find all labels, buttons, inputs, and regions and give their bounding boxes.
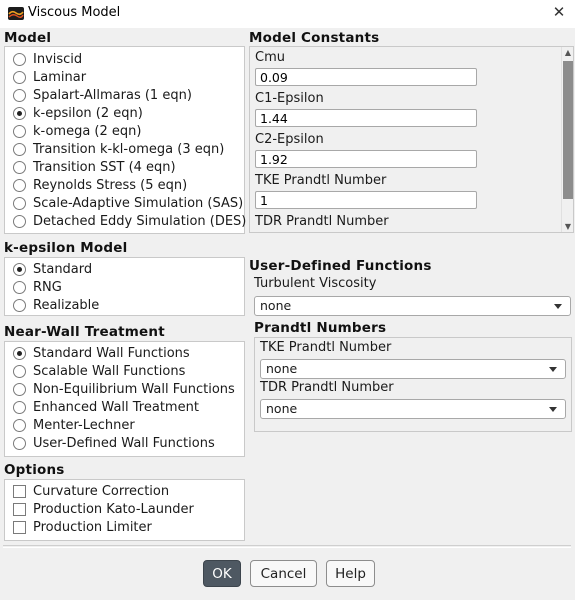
cmu-label: Cmu: [255, 50, 285, 65]
tdr-prandtl-field[interactable]: [255, 232, 477, 233]
udf-tke-prandtl-label: TKE Prandtl Number: [260, 340, 392, 355]
options-title: Options: [4, 462, 65, 478]
radio-icon[interactable]: [13, 88, 26, 102]
turbulent-viscosity-dropdown[interactable]: none: [254, 296, 571, 316]
near-wall-treatment-title: Near-Wall Treatment: [4, 324, 165, 340]
checkbox-icon[interactable]: [13, 502, 26, 516]
chevron-down-icon: [549, 407, 557, 412]
chevron-down-icon: [554, 304, 562, 309]
cmu-field[interactable]: [255, 68, 477, 86]
radio-icon[interactable]: [13, 70, 26, 84]
constants-scrollbar[interactable]: ▲ ▼: [561, 47, 573, 232]
options-panel: Curvature Correction Production Kato-Lau…: [4, 479, 245, 541]
model-constants-title: Model Constants: [249, 30, 380, 46]
radio-icon[interactable]: [13, 280, 26, 294]
udf-tdr-prandtl-label: TDR Prandtl Number: [260, 380, 394, 395]
radio-icon[interactable]: [13, 298, 26, 312]
radio-selected-icon[interactable]: [13, 262, 26, 276]
c1-epsilon-label: C1-Epsilon: [255, 91, 324, 106]
k-epsilon-option-rng[interactable]: RNG: [13, 278, 62, 296]
near-wall-option-enhanced[interactable]: Enhanced Wall Treatment: [13, 398, 199, 416]
option-production-limiter[interactable]: Production Limiter: [13, 518, 152, 536]
tke-prandtl-field[interactable]: [255, 191, 477, 209]
scroll-thumb[interactable]: [563, 61, 573, 199]
model-option-des[interactable]: Detached Eddy Simulation (DES): [13, 212, 246, 230]
model-option-spalart-allmaras[interactable]: Spalart-Allmaras (1 eqn): [13, 86, 192, 104]
radio-icon[interactable]: [13, 214, 26, 228]
near-wall-option-standard[interactable]: Standard Wall Functions: [13, 344, 190, 362]
radio-selected-icon[interactable]: [13, 106, 26, 120]
near-wall-option-scalable[interactable]: Scalable Wall Functions: [13, 362, 185, 380]
tdr-prandtl-label: TDR Prandtl Number: [255, 214, 389, 229]
near-wall-option-menter-lechner[interactable]: Menter-Lechner: [13, 416, 135, 434]
radio-icon[interactable]: [13, 364, 26, 378]
scroll-up-icon[interactable]: ▲: [562, 47, 573, 59]
separator-highlight: [3, 547, 571, 548]
checkbox-icon[interactable]: [13, 484, 26, 498]
checkbox-icon[interactable]: [13, 520, 26, 534]
udf-tdr-prandtl-dropdown[interactable]: none: [260, 399, 566, 419]
help-button[interactable]: Help: [326, 560, 375, 587]
c2-epsilon-label: C2-Epsilon: [255, 132, 324, 147]
model-section-title: Model: [4, 30, 52, 46]
model-option-inviscid[interactable]: Inviscid: [13, 50, 82, 68]
option-production-kato-launder[interactable]: Production Kato-Launder: [13, 500, 194, 518]
radio-icon[interactable]: [13, 142, 26, 156]
near-wall-treatment-panel: Standard Wall Functions Scalable Wall Fu…: [4, 341, 245, 457]
near-wall-option-non-equilibrium[interactable]: Non-Equilibrium Wall Functions: [13, 380, 235, 398]
model-option-reynolds-stress[interactable]: Reynolds Stress (5 eqn): [13, 176, 187, 194]
model-option-sas[interactable]: Scale-Adaptive Simulation (SAS): [13, 194, 243, 212]
k-epsilon-model-panel: Standard RNG Realizable: [4, 257, 245, 316]
prandtl-numbers-panel: TKE Prandtl Number none TDR Prandtl Numb…: [254, 337, 572, 432]
near-wall-option-user-defined[interactable]: User-Defined Wall Functions: [13, 434, 215, 452]
k-epsilon-option-standard[interactable]: Standard: [13, 260, 92, 278]
separator: [3, 545, 571, 546]
close-icon[interactable]: ✕: [549, 3, 569, 21]
tke-prandtl-label: TKE Prandtl Number: [255, 173, 387, 188]
cancel-button[interactable]: Cancel: [250, 560, 317, 587]
model-option-transition-sst[interactable]: Transition SST (4 eqn): [13, 158, 176, 176]
window-title: Viscous Model: [28, 5, 121, 20]
radio-icon[interactable]: [13, 382, 26, 396]
radio-icon[interactable]: [13, 52, 26, 66]
ok-button[interactable]: OK: [203, 560, 241, 587]
model-option-laminar[interactable]: Laminar: [13, 68, 86, 86]
option-curvature-correction[interactable]: Curvature Correction: [13, 482, 169, 500]
c1-epsilon-field[interactable]: [255, 109, 477, 127]
prandtl-numbers-title: Prandtl Numbers: [254, 320, 387, 336]
model-panel: Inviscid Laminar Spalart-Allmaras (1 eqn…: [4, 46, 246, 234]
radio-icon[interactable]: [13, 160, 26, 174]
app-icon: [8, 7, 24, 20]
radio-icon[interactable]: [13, 400, 26, 414]
radio-icon[interactable]: [13, 124, 26, 138]
radio-icon[interactable]: [13, 436, 26, 450]
title-bar: Viscous Model ✕: [0, 0, 575, 28]
k-epsilon-option-realizable[interactable]: Realizable: [13, 296, 99, 314]
chevron-down-icon: [549, 367, 557, 372]
radio-icon[interactable]: [13, 418, 26, 432]
model-option-transition-k-kl-omega[interactable]: Transition k-kl-omega (3 eqn): [13, 140, 224, 158]
radio-icon[interactable]: [13, 178, 26, 192]
model-option-k-epsilon[interactable]: k-epsilon (2 eqn): [13, 104, 143, 122]
turbulent-viscosity-label: Turbulent Viscosity: [254, 276, 377, 291]
radio-selected-icon[interactable]: [13, 346, 26, 360]
scroll-down-icon[interactable]: ▼: [562, 221, 573, 232]
udf-title: User-Defined Functions: [249, 258, 432, 274]
k-epsilon-model-title: k-epsilon Model: [4, 240, 128, 256]
model-option-k-omega[interactable]: k-omega (2 eqn): [13, 122, 141, 140]
udf-tke-prandtl-dropdown[interactable]: none: [260, 359, 566, 379]
model-constants-panel: Cmu C1-Epsilon C2-Epsilon TKE Prandtl Nu…: [249, 46, 574, 233]
radio-icon[interactable]: [13, 196, 26, 210]
c2-epsilon-field[interactable]: [255, 150, 477, 168]
